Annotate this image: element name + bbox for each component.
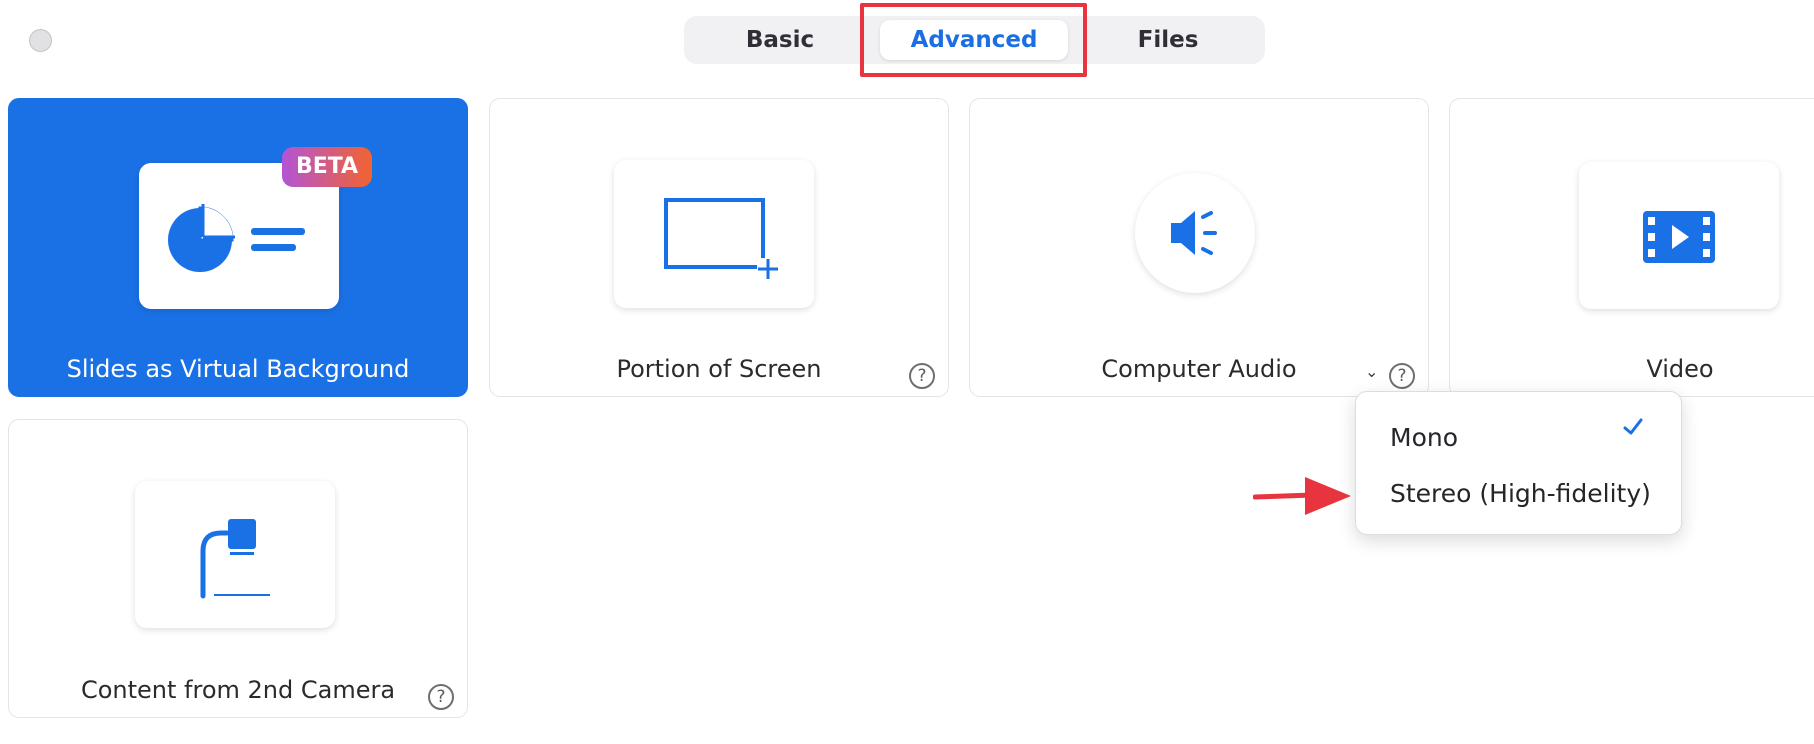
card-label: Portion of Screen (616, 355, 822, 383)
red-arrow-icon (1253, 477, 1351, 515)
help-icon[interactable]: ? (428, 684, 454, 710)
card-video[interactable]: Video (1449, 98, 1814, 397)
help-icon[interactable]: ? (1389, 363, 1415, 389)
card-portion-of-screen[interactable]: Portion of Screen ? (489, 98, 949, 397)
help-icon[interactable]: ? (909, 363, 935, 389)
camera-tile (135, 481, 335, 628)
card-content-from-2nd-camera[interactable]: Content from 2nd Camera ? (8, 419, 468, 718)
camera-icon (200, 519, 270, 599)
checkmark-icon (1623, 418, 1643, 435)
audio-dropdown-chevron-icon[interactable]: ⌄ (1365, 362, 1378, 381)
speaker-icon (1171, 211, 1217, 255)
speaker-tile (1135, 173, 1255, 293)
advanced-tab-highlight-box (860, 3, 1087, 77)
card-label: Content from 2nd Camera (80, 676, 396, 704)
window-control-button[interactable] (29, 29, 52, 52)
audio-mode-menu: Mono Stereo (High-fidelity) (1355, 391, 1682, 535)
menu-item-stereo-high-fidelity[interactable]: Stereo (High-fidelity) (1390, 479, 1651, 508)
video-tile (1579, 162, 1779, 309)
card-slides-virtual-background[interactable]: BETA Slides as Virtual Background (8, 98, 468, 397)
tab-basic[interactable]: Basic (684, 20, 876, 60)
beta-badge: BETA (282, 147, 372, 187)
screen-portion-icon (664, 198, 779, 280)
screen-portion-tile (614, 160, 814, 308)
card-computer-audio[interactable]: Computer Audio ⌄ ? (969, 98, 1429, 397)
video-icon (1643, 211, 1715, 263)
card-label: Computer Audio (1101, 355, 1297, 383)
menu-item-mono[interactable]: Mono (1390, 423, 1458, 452)
card-label: Slides as Virtual Background (66, 355, 410, 383)
card-label: Video (1646, 355, 1714, 383)
tab-files[interactable]: Files (1072, 20, 1264, 60)
